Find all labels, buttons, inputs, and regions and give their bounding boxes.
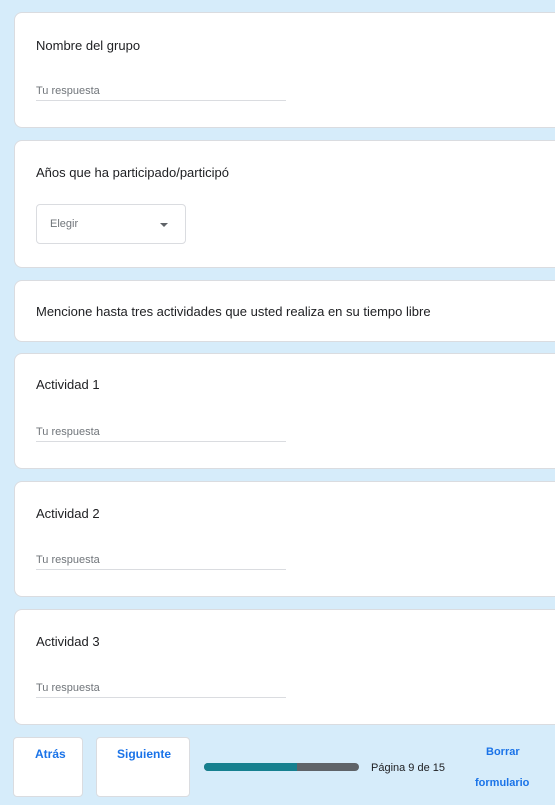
next-button[interactable]: Siguiente xyxy=(96,737,190,797)
answer-placeholder: Tu respuesta xyxy=(36,85,100,97)
next-button-label: Siguiente xyxy=(117,747,172,761)
back-button-label: Atrás xyxy=(35,747,66,761)
answer-placeholder: Tu respuesta xyxy=(36,682,100,694)
question-card-group-name: Nombre del grupo Tu respuesta xyxy=(14,12,555,128)
years-dropdown[interactable]: Elegir xyxy=(36,204,186,244)
group-name-input[interactable]: Tu respuesta xyxy=(36,81,286,101)
clear-form-link-line2[interactable]: formulario xyxy=(475,777,529,789)
question-title: Años que ha participado/participó xyxy=(36,165,229,180)
question-card-years: Años que ha participado/participó Elegir xyxy=(14,140,555,268)
section-title: Mencione hasta tres actividades que uste… xyxy=(36,304,431,319)
activity-2-input[interactable]: Tu respuesta xyxy=(36,550,286,570)
activity-3-input[interactable]: Tu respuesta xyxy=(36,678,286,698)
section-header-card: Mencione hasta tres actividades que uste… xyxy=(14,280,555,342)
progress-bar xyxy=(204,763,359,771)
question-title: Nombre del grupo xyxy=(36,38,141,53)
question-card-activity-3: Actividad 3 Tu respuesta xyxy=(14,609,555,725)
dropdown-value: Elegir xyxy=(50,218,79,230)
question-title: Actividad 3 xyxy=(36,634,100,649)
question-card-activity-2: Actividad 2 Tu respuesta xyxy=(14,481,555,597)
activity-1-input[interactable]: Tu respuesta xyxy=(36,422,286,442)
question-card-activity-1: Actividad 1 Tu respuesta xyxy=(14,353,555,469)
clear-form-link-line1[interactable]: Borrar xyxy=(486,746,520,758)
question-title: Actividad 2 xyxy=(36,506,100,521)
question-title: Actividad 1 xyxy=(36,377,100,392)
caret-down-icon xyxy=(160,223,168,227)
answer-placeholder: Tu respuesta xyxy=(36,554,100,566)
progress-fill xyxy=(204,763,297,771)
back-button[interactable]: Atrás xyxy=(13,737,83,797)
page-indicator: Página 9 de 15 xyxy=(371,762,446,774)
answer-placeholder: Tu respuesta xyxy=(36,426,100,438)
